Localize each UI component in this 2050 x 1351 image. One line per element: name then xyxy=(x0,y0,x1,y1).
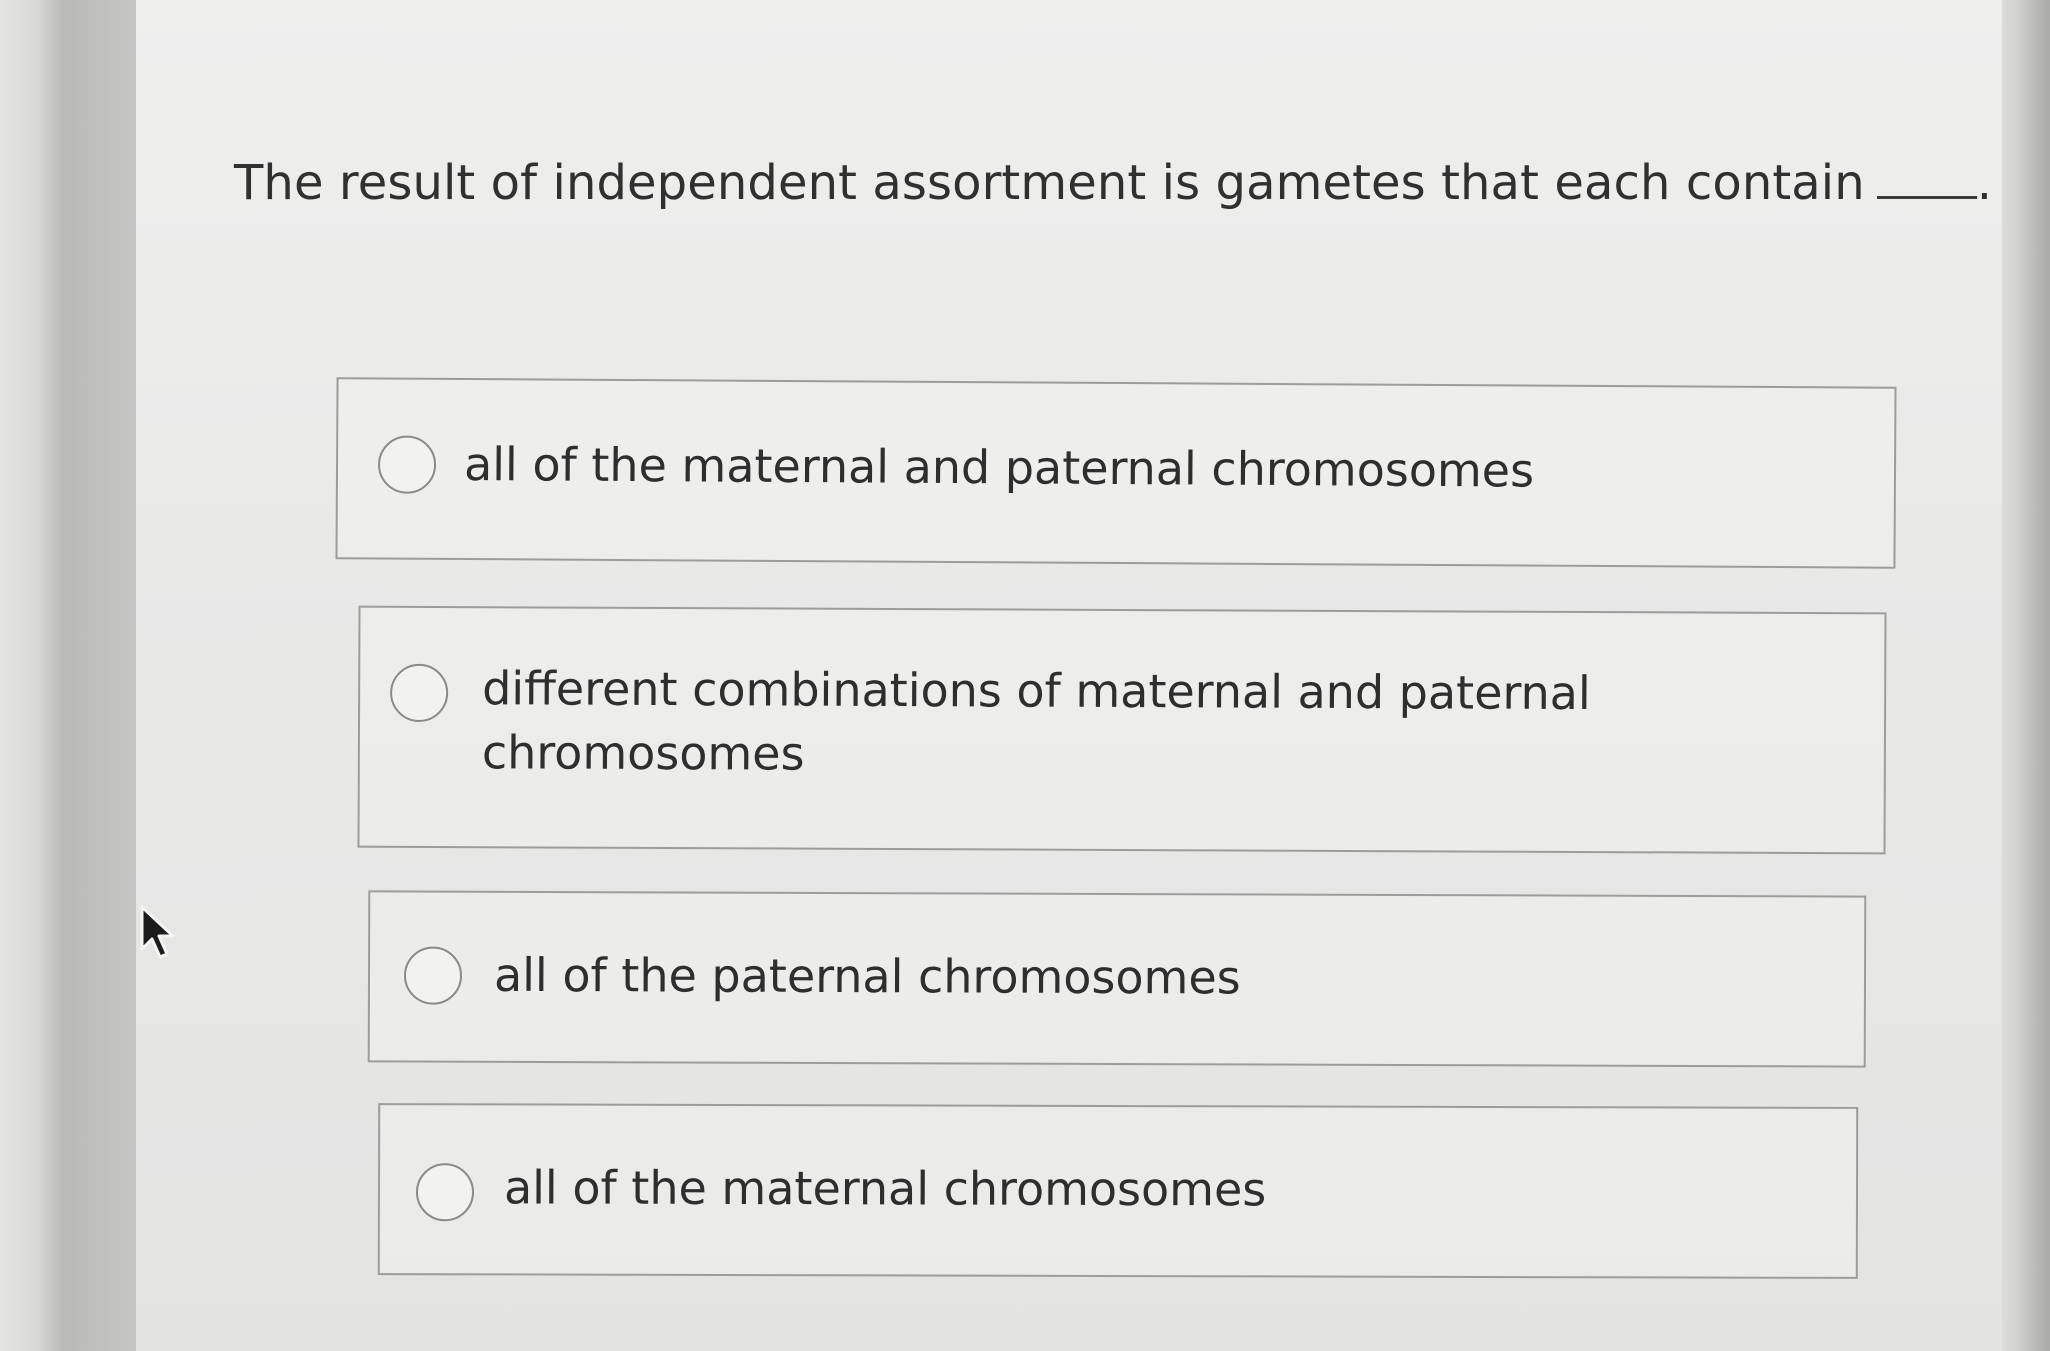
answer-option-4[interactable]: all of the maternal chromosomes xyxy=(377,1103,1859,1279)
fill-in-blank xyxy=(1876,160,1977,199)
answer-option-2-label: different combinations of maternal and p… xyxy=(482,656,1591,789)
question-prompt: The result of independent assortment is … xyxy=(234,155,1992,211)
answer-option-2[interactable]: different combinations of maternal and p… xyxy=(357,605,1887,855)
answer-option-2-label-line1: different combinations of maternal and p… xyxy=(482,661,1591,721)
radio-button-icon[interactable] xyxy=(415,1163,475,1222)
mouse-pointer-icon xyxy=(140,905,180,960)
answer-option-1-label: all of the maternal and paternal chromos… xyxy=(463,437,1535,498)
answer-option-3-label: all of the paternal chromosomes xyxy=(493,947,1241,1005)
radio-button-icon[interactable] xyxy=(403,946,463,1005)
radio-button-icon[interactable] xyxy=(390,663,449,723)
answer-option-1[interactable]: all of the maternal and paternal chromos… xyxy=(335,377,1897,569)
answer-option-4-label: all of the maternal chromosomes xyxy=(503,1160,1267,1217)
answer-option-3[interactable]: all of the paternal chromosomes xyxy=(367,890,1867,1068)
radio-button-icon[interactable] xyxy=(377,435,437,494)
answer-option-2-label-line2: chromosomes xyxy=(481,725,805,781)
question-period: . xyxy=(1976,155,1993,211)
question-text: The result of independent assortment is … xyxy=(234,155,1865,211)
right-screen-bezel xyxy=(1998,0,2050,1351)
